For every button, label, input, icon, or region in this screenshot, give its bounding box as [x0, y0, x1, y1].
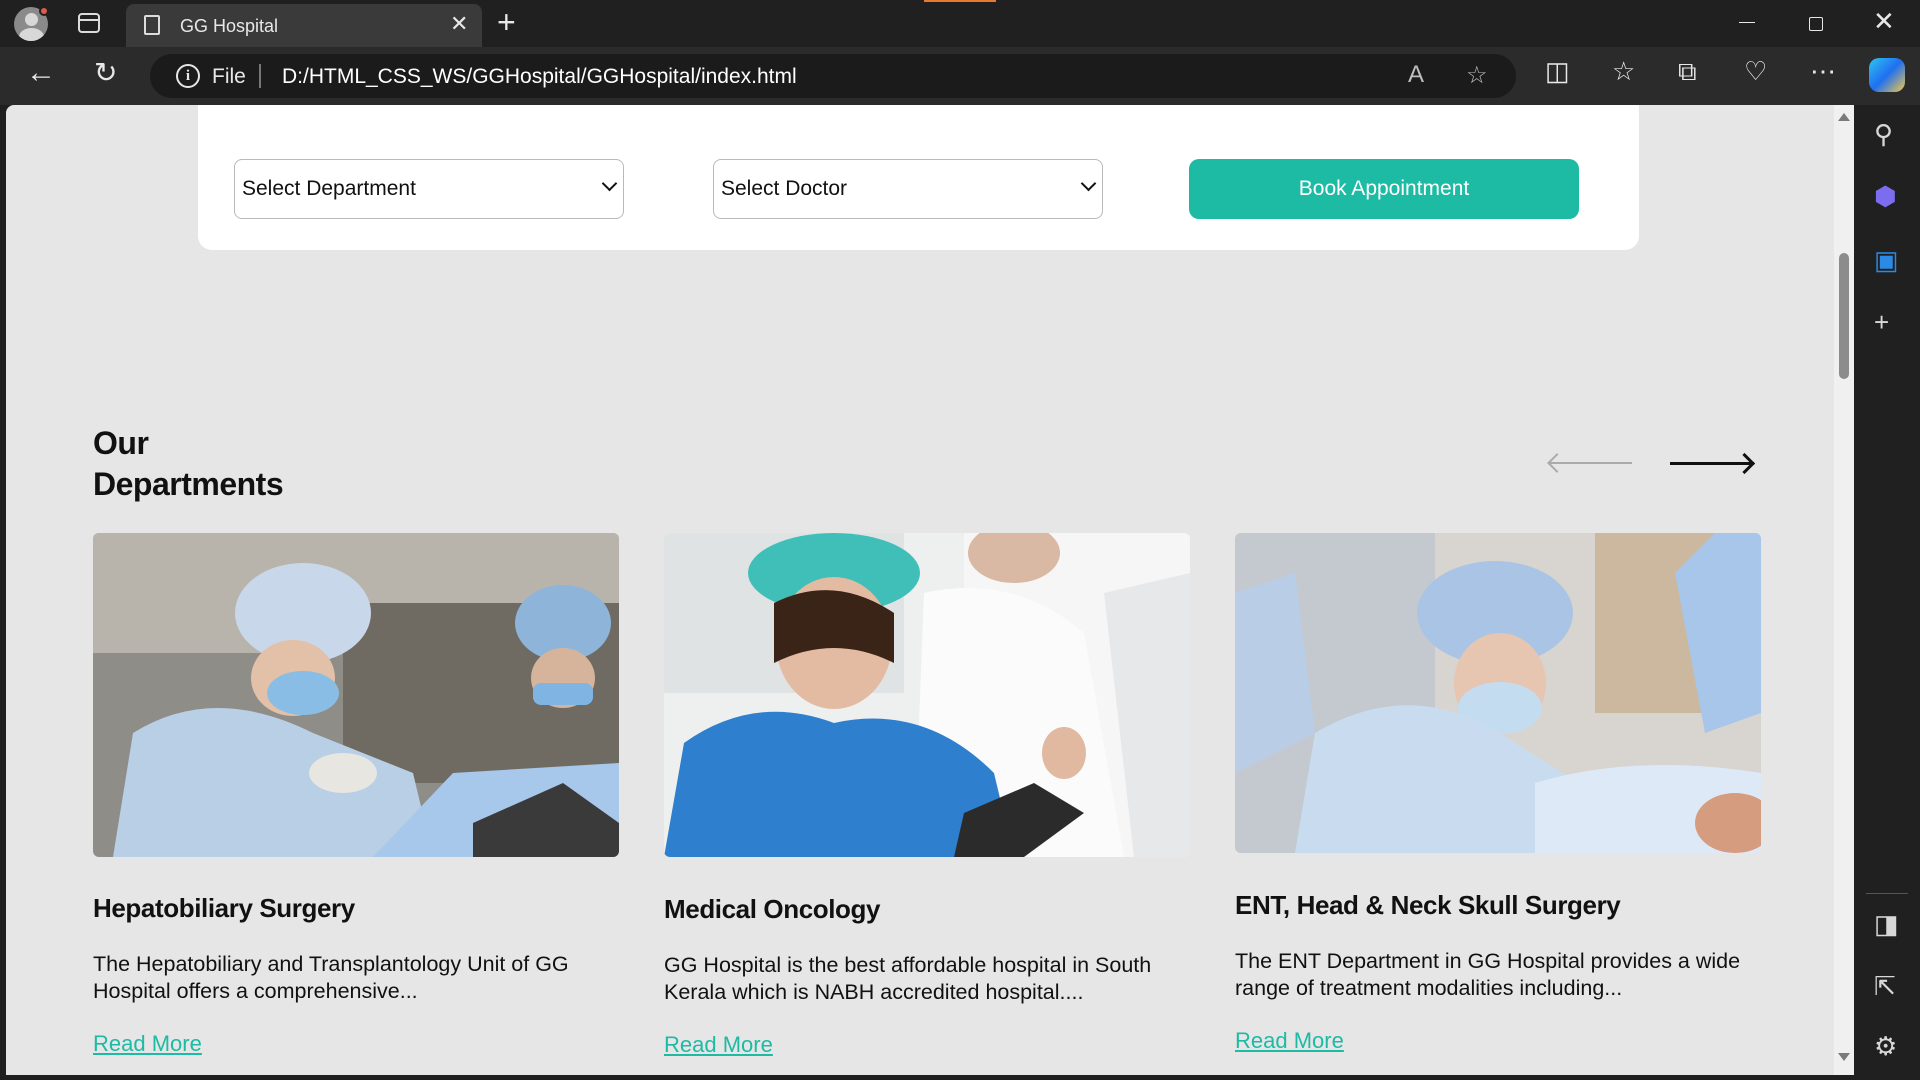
- heading-line-1: Our: [93, 425, 149, 461]
- close-tab-icon[interactable]: ✕: [450, 11, 468, 37]
- copilot-icon[interactable]: [1869, 58, 1905, 92]
- minimize-icon[interactable]: [1739, 22, 1755, 23]
- search-icon[interactable]: ⚲: [1874, 119, 1893, 150]
- browser-tab-bar: GG Hospital ✕ + ✕: [0, 0, 1920, 47]
- back-icon[interactable]: ←: [26, 56, 56, 90]
- favorites-icon[interactable]: ☆: [1612, 56, 1635, 87]
- window-close-icon[interactable]: ✕: [1873, 6, 1895, 37]
- favorite-star-icon[interactable]: ☆: [1466, 61, 1488, 90]
- tab-actions-icon[interactable]: [78, 13, 100, 33]
- scroll-down-arrow-icon[interactable]: [1838, 1053, 1850, 1061]
- tab-title: GG Hospital: [180, 16, 279, 36]
- doctor-select-value: Select Doctor: [721, 177, 848, 200]
- drag-accent: [924, 0, 996, 2]
- sidebar-divider: [1866, 893, 1908, 894]
- surgery-photo: [93, 533, 619, 857]
- read-more-link[interactable]: Read More: [1235, 1028, 1344, 1054]
- read-more-link[interactable]: Read More: [93, 1031, 202, 1057]
- url-scheme: File: [212, 65, 246, 88]
- url-text[interactable]: D:/HTML_CSS_WS/GGHospital/GGHospital/ind…: [282, 65, 797, 89]
- card-title: Hepatobiliary Surgery: [93, 893, 355, 923]
- vertical-scrollbar[interactable]: [1834, 105, 1854, 1075]
- address-toolbar: ← ↻ i File D:/HTML_CSS_WS/GGHospital/GGH…: [0, 47, 1920, 105]
- external-link-icon[interactable]: ⇱: [1874, 971, 1896, 1002]
- card-description: The ENT Department in GG Hospital provid…: [1235, 949, 1741, 1000]
- document-icon: [144, 15, 160, 35]
- card-title: Medical Oncology: [664, 894, 881, 924]
- address-bar[interactable]: i File D:/HTML_CSS_WS/GGHospital/GGHospi…: [150, 54, 1516, 98]
- scroll-up-arrow-icon[interactable]: [1838, 113, 1850, 121]
- read-aloud-icon[interactable]: A: [1408, 61, 1424, 89]
- profile-notification-dot: [39, 6, 49, 16]
- info-icon[interactable]: i: [176, 64, 200, 88]
- card-description: GG Hospital is the best affordable hospi…: [664, 953, 1152, 1004]
- collections-icon[interactable]: ⧉: [1678, 56, 1697, 88]
- card-title: ENT, Head & Neck Skull Surgery: [1235, 890, 1621, 920]
- carousel-prev-arrow-icon[interactable]: [1550, 462, 1632, 464]
- new-tab-icon[interactable]: +: [497, 4, 516, 41]
- browser-essentials-icon[interactable]: ♡: [1744, 56, 1767, 87]
- department-select[interactable]: Select Department: [234, 159, 624, 219]
- add-sidebar-app-icon[interactable]: +: [1874, 307, 1889, 338]
- oncology-photo: [664, 533, 1190, 857]
- doctor-select[interactable]: Select Doctor: [713, 159, 1103, 219]
- page-viewport: Select Department Select Doctor Book App…: [6, 105, 1834, 1075]
- scrollbar-thumb[interactable]: [1839, 253, 1849, 379]
- avatar-body: [19, 28, 44, 41]
- department-select-value: Select Department: [242, 177, 416, 200]
- split-screen-icon[interactable]: ◫: [1545, 56, 1570, 87]
- appointment-panel: Select Department Select Doctor Book App…: [198, 105, 1639, 250]
- chevron-down-icon: [1080, 175, 1097, 192]
- copilot-sidebar-icon[interactable]: ⬢: [1874, 181, 1897, 212]
- refresh-icon[interactable]: ↻: [94, 56, 117, 89]
- heading-line-2: Departments: [93, 466, 284, 502]
- sidebar-layout-icon[interactable]: ◨: [1874, 909, 1899, 940]
- avatar-head: [25, 13, 38, 26]
- carousel-next-arrow-icon[interactable]: [1670, 462, 1752, 465]
- read-more-link[interactable]: Read More: [664, 1032, 773, 1058]
- outlook-icon[interactable]: ▣: [1874, 245, 1899, 276]
- card-description: The Hepatobiliary and Transplantology Un…: [93, 952, 569, 1003]
- chevron-down-icon: [601, 175, 618, 192]
- url-divider: [259, 64, 261, 88]
- edge-sidebar: ⚲ ⬢ ▣ + ◨ ⇱ ⚙: [1854, 105, 1920, 1080]
- ent-surgery-photo: [1235, 533, 1761, 853]
- departments-heading: Our Departments: [93, 423, 284, 505]
- book-appointment-button[interactable]: Book Appointment: [1189, 159, 1579, 219]
- browser-tab[interactable]: GG Hospital ✕: [126, 4, 482, 47]
- maximize-icon[interactable]: [1809, 17, 1823, 31]
- more-menu-icon[interactable]: ⋯: [1810, 56, 1836, 87]
- settings-gear-icon[interactable]: ⚙: [1874, 1031, 1897, 1062]
